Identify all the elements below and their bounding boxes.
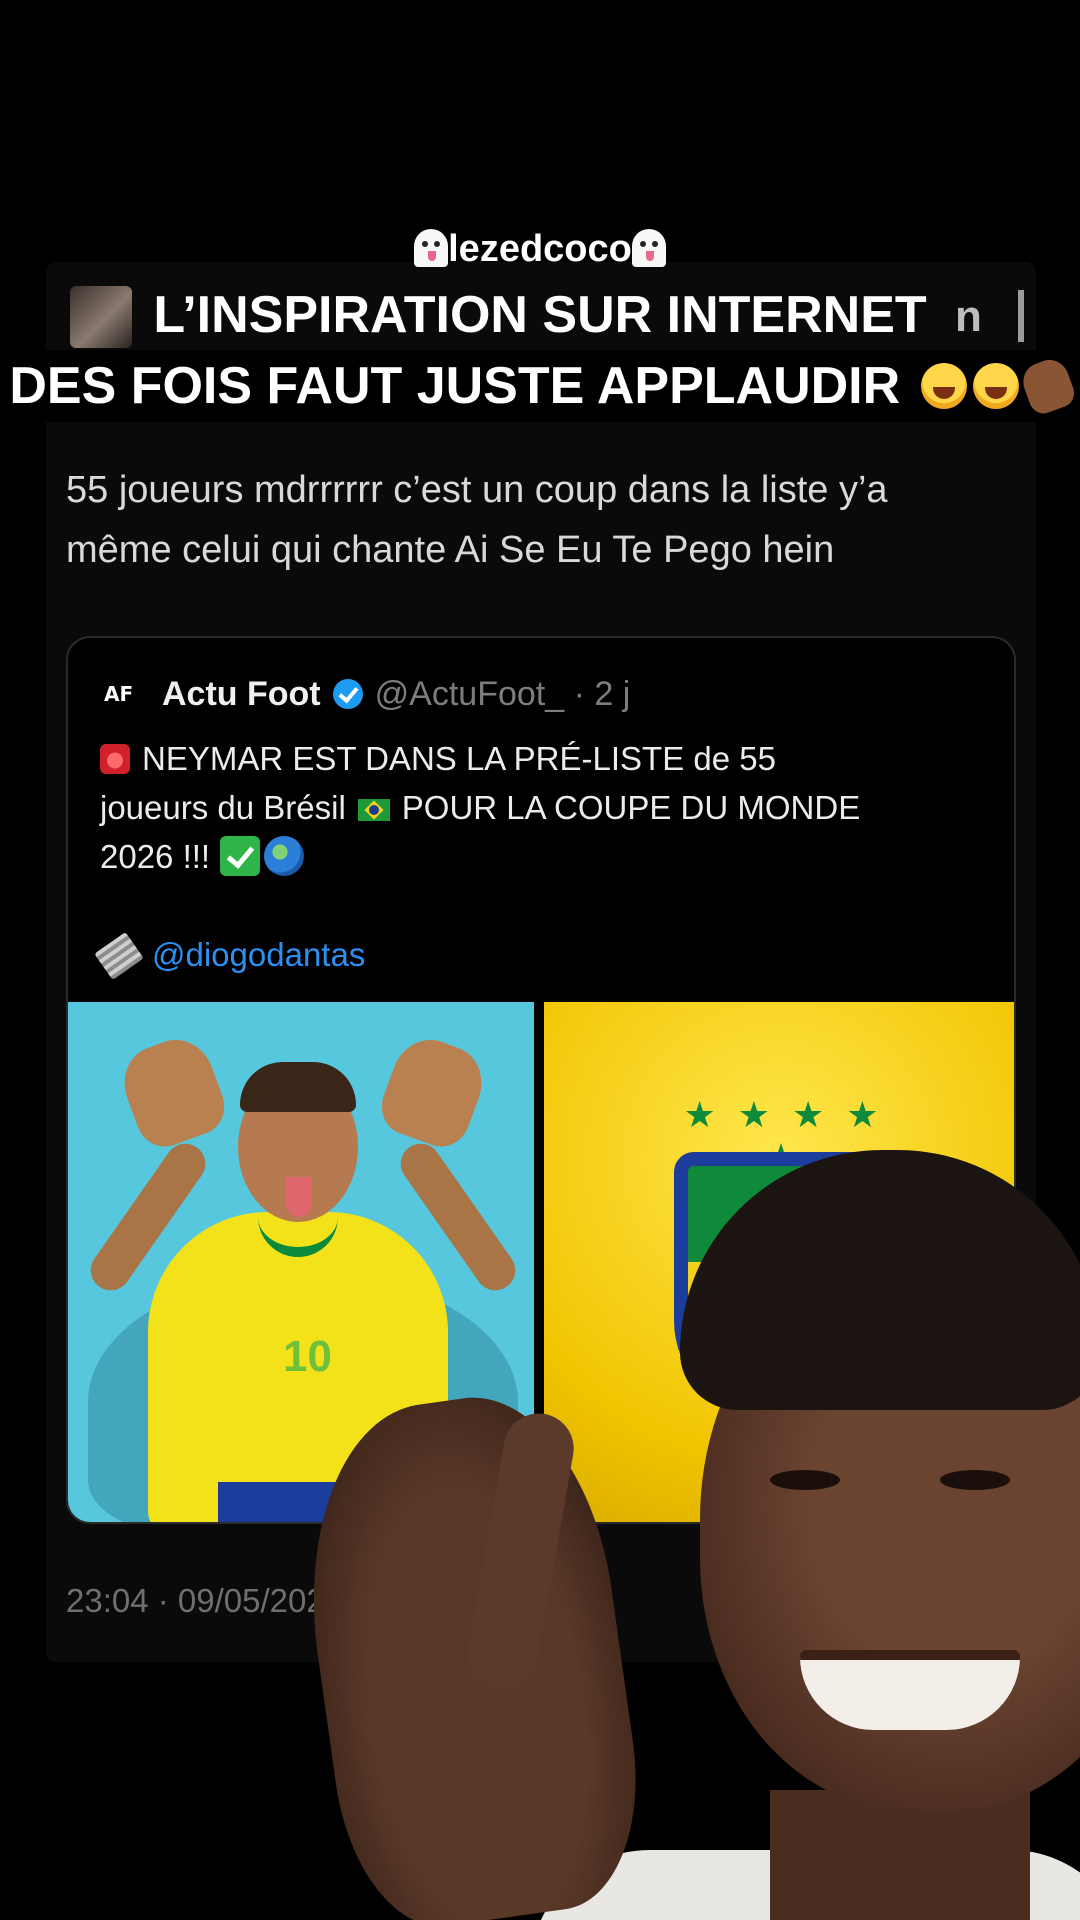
caption-line-2: DES FOIS FAUT JUSTE APPLAUDIR xyxy=(0,350,1080,422)
person-hand xyxy=(300,1381,655,1920)
tweet-text-line: même celui qui chante Ai Se Eu Te Pego h… xyxy=(66,529,835,571)
ghost-icon xyxy=(414,229,449,267)
quoted-tweet-body: NEYMAR EST DANS LA PRÉ-LISTE de 55 joueu… xyxy=(94,734,980,981)
mention-link[interactable]: @diogodantas xyxy=(152,936,365,973)
creator-watermark: lezedcoco xyxy=(0,228,1080,271)
quoted-body-text: NEYMAR EST DANS LA PRÉ-LISTE de 55 xyxy=(142,740,776,777)
creator-handle: lezedcoco xyxy=(448,228,632,270)
siren-icon xyxy=(100,744,130,774)
laughing-emoji-icon xyxy=(972,363,1019,409)
right-hand xyxy=(373,1029,493,1155)
quoted-body-line: @diogodantas xyxy=(94,930,980,981)
quoted-author-handle: @ActuFoot_ · 2 j xyxy=(374,674,631,713)
quoted-tweet-header: AF Actu Foot @ActuFoot_ · 2 j xyxy=(104,674,630,714)
tweet-text: 55 joueurs mdrrrrrr c’est un coup dans l… xyxy=(66,460,1026,580)
left-hand xyxy=(113,1029,233,1155)
person-hair xyxy=(680,1150,1080,1410)
globe-icon xyxy=(264,836,305,876)
caption-line-1: L’INSPIRATION SUR INTERNET xyxy=(153,286,927,344)
person-right-eye xyxy=(940,1470,1010,1490)
caption-line-2-text: DES FOIS FAUT JUSTE APPLAUDIR xyxy=(9,357,901,415)
newspaper-icon xyxy=(94,931,144,981)
tweet-text-line: 55 joueurs mdrrrrrr c’est un coup dans l… xyxy=(66,469,888,511)
check-icon xyxy=(220,836,261,876)
quoted-body-text: joueurs du Brésil xyxy=(100,789,346,826)
reaction-person xyxy=(300,1150,1080,1920)
quoted-body-text: POUR LA COUPE DU MONDE xyxy=(401,789,861,826)
pointing-finger xyxy=(461,1407,580,1696)
brazil-flag-icon xyxy=(357,799,390,821)
video-frame: n 55 joueurs mdrrrrrr c’est un coup dans… xyxy=(0,0,1080,1920)
person-left-eye xyxy=(770,1470,840,1490)
player-hair xyxy=(240,1062,356,1112)
quoted-body-line: NEYMAR EST DANS LA PRÉ-LISTE de 55 xyxy=(100,734,980,783)
quoted-author-name[interactable]: Actu Foot xyxy=(162,675,321,714)
actufoot-logo-icon: AF xyxy=(104,682,134,706)
verified-badge-icon xyxy=(332,679,363,709)
quoted-body-text: 2026 !!! xyxy=(100,838,211,875)
ghost-icon xyxy=(631,229,666,267)
quoted-body-line: 2026 !!! xyxy=(100,832,980,881)
clapping-hands-icon xyxy=(1017,354,1078,418)
quoted-body-line: joueurs du Brésil POUR LA COUPE DU MONDE xyxy=(100,783,980,832)
laughing-emoji-icon xyxy=(920,363,967,409)
